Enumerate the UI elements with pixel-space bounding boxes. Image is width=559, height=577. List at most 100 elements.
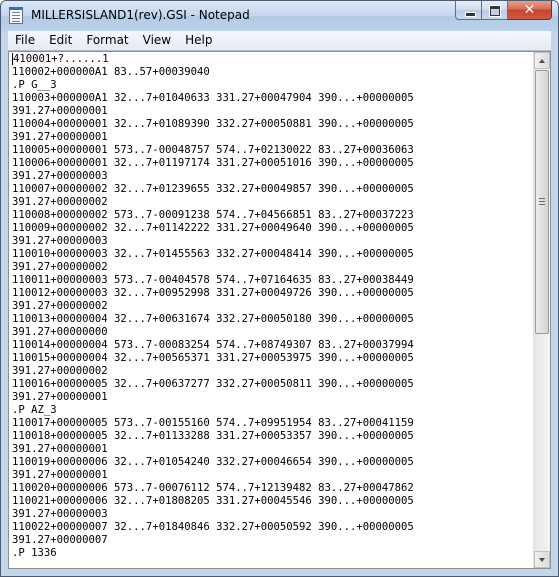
title-bar[interactable]: MILLERSISLAND1(rev).GSI - Notepad ✕ [1, 1, 558, 31]
menu-view[interactable]: View [136, 31, 178, 50]
text-line-content: 110009+00000002 32...7+01142222 331.27+0… [12, 222, 414, 234]
close-icon: ✕ [523, 2, 536, 18]
text-line-content: 110002+000000A1 83..57+00039040 [12, 66, 210, 78]
text-line-content: 110006+00000001 32...7+01197174 331.27+0… [12, 157, 414, 169]
text-line: 110015+00000004 32...7+00565371 331.27+0… [12, 352, 532, 365]
scroll-up-arrow-icon [539, 59, 545, 63]
text-line: 391.27+00000000 [12, 326, 532, 339]
text-line-content: .P AZ_3 [12, 404, 57, 416]
text-line: 110004+00000001 32...7+01089390 332.27+0… [12, 118, 532, 131]
text-line-content: 110022+00000007 32...7+01840846 332.27+0… [12, 521, 414, 533]
text-line-content: 110005+00000001 573..7-00048757 574..7+0… [12, 144, 414, 156]
text-line: 391.27+00000007 [12, 534, 532, 547]
maximize-button[interactable] [482, 1, 508, 20]
text-line-content: 110016+00000005 32...7+00637277 332.27+0… [12, 378, 414, 390]
text-line-content: 391.27+00000007 [12, 534, 108, 546]
text-line-content: 110019+00000006 32...7+01054240 332.27+0… [12, 456, 414, 468]
text-line-content: 391.27+00000001 [12, 391, 108, 403]
text-line: 110005+00000001 573..7-00048757 574..7+0… [12, 144, 532, 157]
text-line-content: 110017+00000005 573..7-00155160 574..7+0… [12, 417, 414, 429]
text-line-content: 410001+?......1 [13, 53, 109, 65]
text-line-content: 110004+00000001 32...7+01089390 332.27+0… [12, 118, 414, 130]
text-line-content: 391.27+00000003 [12, 508, 108, 520]
text-line: 391.27+00000001 [12, 131, 532, 144]
text-line-content: 110010+00000003 32...7+01455563 332.27+0… [12, 248, 414, 260]
text-line-content: 110015+00000004 32...7+00565371 331.27+0… [12, 352, 414, 364]
text-line: 110010+00000003 32...7+01455563 332.27+0… [12, 248, 532, 261]
scroll-down-arrow-icon [539, 558, 545, 562]
text-line: 110016+00000005 32...7+00637277 332.27+0… [12, 378, 532, 391]
text-line: 110003+000000A1 32...7+01040633 331.27+0… [12, 92, 532, 105]
text-line-content: 391.27+00000002 [12, 196, 108, 208]
text-line: 110020+00000006 573..7-00076112 574..7+1… [12, 482, 532, 495]
text-line-content: .P G__3 [12, 79, 57, 91]
caption-buttons: ✕ [455, 1, 552, 21]
text-line: 410001+?......1 [12, 53, 532, 66]
text-line-content: 391.27+00000001 [12, 469, 108, 481]
text-line: 391.27+00000003 [12, 508, 532, 521]
text-line: .P AZ_3 [12, 404, 532, 417]
scroll-up-button[interactable] [534, 52, 550, 69]
text-line-content: 391.27+00000001 [12, 443, 108, 455]
menu-help[interactable]: Help [178, 31, 219, 50]
text-line-content: 110018+00000005 32...7+01133288 331.27+0… [12, 430, 414, 442]
text-line-content: 391.27+00000003 [12, 235, 108, 247]
text-line: 110013+00000004 32...7+00631674 332.27+0… [12, 313, 532, 326]
menu-bar: File Edit Format View Help [8, 31, 551, 51]
text-line-content: 391.27+00000002 [12, 300, 108, 312]
text-line: 110014+00000004 573..7-00083254 574..7+0… [12, 339, 532, 352]
text-line: 110012+00000003 32...7+00952998 331.27+0… [12, 287, 532, 300]
text-line-content: 110012+00000003 32...7+00952998 331.27+0… [12, 287, 414, 299]
text-line: 110021+00000006 32...7+01808205 331.27+0… [12, 495, 532, 508]
grip-icon [539, 204, 545, 205]
text-line: .P 1336 [12, 547, 532, 560]
text-editor[interactable]: 410001+?......1 110002+000000A1 83..57+00… [8, 51, 551, 569]
text-line: .P G__3 [12, 79, 532, 92]
text-line: 110017+00000005 573..7-00155160 574..7+0… [12, 417, 532, 430]
text-line-content: 391.27+00000002 [12, 365, 108, 377]
text-line: 110018+00000005 32...7+01133288 331.27+0… [12, 430, 532, 443]
notepad-icon [9, 7, 23, 24]
minimize-button[interactable] [455, 1, 482, 20]
text-line: 391.27+00000002 [12, 300, 532, 313]
text-line: 110009+00000002 32...7+01142222 331.27+0… [12, 222, 532, 235]
text-line: 110002+000000A1 83..57+00039040 [12, 66, 532, 79]
text-line: 391.27+00000003 [12, 235, 532, 248]
scroll-thumb[interactable] [535, 70, 549, 334]
text-line-content: 391.27+00000001 [12, 131, 108, 143]
text-line: 110011+00000003 573..7-00404578 574..7+0… [12, 274, 532, 287]
text-line-content: 391.27+00000003 [12, 170, 108, 182]
text-line-content: 110011+00000003 573..7-00404578 574..7+0… [12, 274, 414, 286]
text-line-content: 110020+00000006 573..7-00076112 574..7+1… [12, 482, 414, 494]
menu-format[interactable]: Format [79, 31, 135, 50]
text-line: 391.27+00000001 [12, 443, 532, 456]
document-text[interactable]: 410001+?......1 110002+000000A1 83..57+00… [12, 53, 532, 567]
text-line: 391.27+00000003 [12, 170, 532, 183]
text-line: 391.27+00000002 [12, 365, 532, 378]
text-line: 391.27+00000002 [12, 261, 532, 274]
grip-icon [539, 201, 545, 202]
text-line-content: 391.27+00000000 [12, 326, 108, 338]
text-line: 110007+00000002 32...7+01239655 332.27+0… [12, 183, 532, 196]
text-line: 391.27+00000002 [12, 196, 532, 209]
text-line: 391.27+00000001 [12, 391, 532, 404]
text-line-content: 391.27+00000001 [12, 105, 108, 117]
text-line: 110008+00000002 573..7-00091238 574..7+0… [12, 209, 532, 222]
close-button[interactable]: ✕ [508, 1, 552, 20]
minimize-icon [465, 12, 476, 17]
text-line: 110019+00000006 32...7+01054240 332.27+0… [12, 456, 532, 469]
vertical-scrollbar[interactable] [533, 52, 550, 568]
notepad-window: MILLERSISLAND1(rev).GSI - Notepad ✕ File… [0, 0, 559, 577]
menu-edit[interactable]: Edit [42, 31, 79, 50]
window-title: MILLERSISLAND1(rev).GSI - Notepad [31, 8, 250, 22]
maximize-icon [489, 5, 501, 17]
grip-icon [539, 198, 545, 199]
text-line-content: 110013+00000004 32...7+00631674 332.27+0… [12, 313, 414, 325]
text-line-content: 110021+00000006 32...7+01808205 331.27+0… [12, 495, 414, 507]
menu-file[interactable]: File [8, 31, 42, 50]
text-line: 110006+00000001 32...7+01197174 331.27+0… [12, 157, 532, 170]
scroll-down-button[interactable] [534, 551, 550, 568]
text-line-content: 110014+00000004 573..7-00083254 574..7+0… [12, 339, 414, 351]
text-line: 391.27+00000001 [12, 105, 532, 118]
window-bottom-frame [8, 569, 551, 576]
